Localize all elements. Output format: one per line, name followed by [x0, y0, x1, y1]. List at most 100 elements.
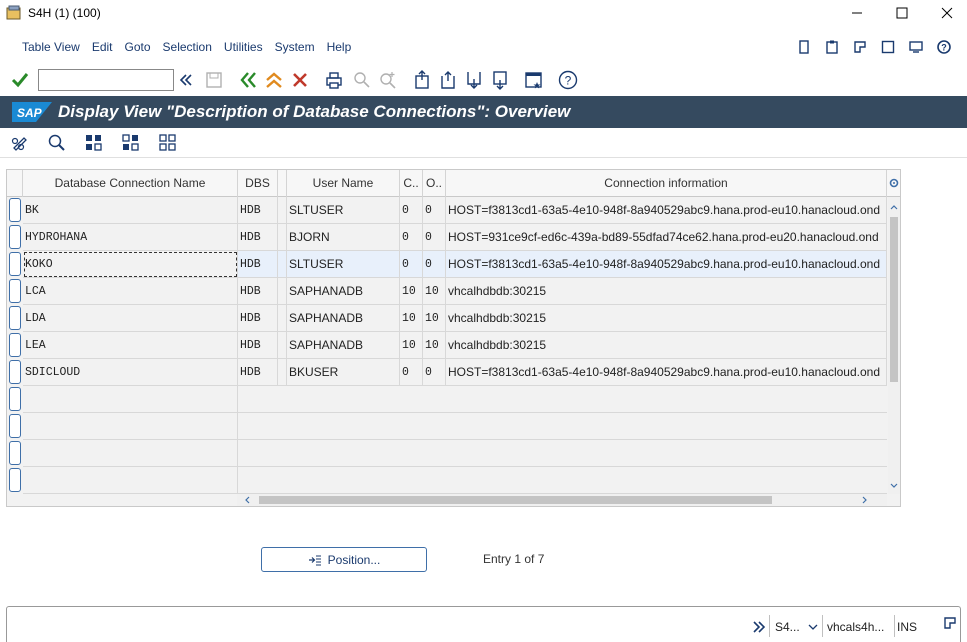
status-expand-icon[interactable]: [752, 620, 766, 634]
cell-connection-info[interactable]: vhcalhdbdb:30215: [446, 278, 887, 305]
column-header-dbs[interactable]: DBS: [238, 170, 278, 197]
enter-button[interactable]: [8, 68, 32, 92]
column-header-connection-info[interactable]: Connection information: [446, 170, 887, 197]
cell-c[interactable]: 0: [400, 224, 423, 251]
cell-connection-name[interactable]: KOKO: [23, 251, 238, 278]
cell-connection-info[interactable]: vhcalhdbdb:30215: [446, 332, 887, 359]
cell-o[interactable]: 10: [423, 305, 446, 332]
cell-dbs[interactable]: HDB: [238, 224, 278, 251]
minimize-button[interactable]: [834, 0, 880, 26]
scroll-right-icon[interactable]: [859, 494, 871, 506]
maximize-button[interactable]: [879, 0, 925, 26]
menu-selection[interactable]: Selection: [157, 40, 218, 54]
select-all-column-header[interactable]: [7, 170, 23, 197]
menu-help[interactable]: Help: [321, 40, 358, 54]
cell-o[interactable]: 0: [423, 224, 446, 251]
cell-connection-info[interactable]: HOST=931ce9cf-ed6c-439a-bd89-55dfad74ce6…: [446, 224, 887, 251]
cell-c[interactable]: 10: [400, 305, 423, 332]
column-header-flag[interactable]: [278, 170, 287, 197]
cell-user-name[interactable]: SAPHANADB: [287, 278, 400, 305]
table-row[interactable]: BK HDB SLTUSER 0 0 HOST=f3813cd1-63a5-4e…: [7, 197, 887, 224]
table-row[interactable]: LDA HDB SAPHANADB 10 10 vhcalhdbdb:30215: [7, 305, 887, 332]
table-row[interactable]: HYDROHANA HDB BJORN 0 0 HOST=931ce9cf-ed…: [7, 224, 887, 251]
cell-c[interactable]: 10: [400, 332, 423, 359]
cell-user-name[interactable]: BKUSER: [287, 359, 400, 386]
row-selector[interactable]: [9, 306, 21, 330]
table-row-focused[interactable]: KOKO HDB SLTUSER 0 0 HOST=f3813cd1-63a5-…: [7, 251, 887, 278]
empty-row[interactable]: [7, 440, 887, 467]
cell-connection-name[interactable]: LDA: [23, 305, 238, 332]
layout-icon[interactable]: [851, 38, 869, 56]
cell-connection-info[interactable]: HOST=f3813cd1-63a5-4e10-948f-8a940529abc…: [446, 359, 887, 386]
cell-flag[interactable]: [278, 251, 287, 278]
cell-connection-info[interactable]: vhcalhdbdb:30215: [446, 305, 887, 332]
table-settings-button[interactable]: [887, 170, 900, 197]
print-button[interactable]: [322, 68, 346, 92]
command-field[interactable]: [38, 69, 174, 91]
cell-dbs[interactable]: HDB: [238, 197, 278, 224]
empty-row[interactable]: [7, 413, 887, 440]
help-circle-icon[interactable]: ?: [935, 38, 953, 56]
command-field-toggle[interactable]: [174, 68, 198, 92]
cell-connection-name[interactable]: HYDROHANA: [23, 224, 238, 251]
column-header-connection-name[interactable]: Database Connection Name: [23, 170, 238, 197]
row-selector[interactable]: [9, 198, 21, 222]
menu-edit[interactable]: Edit: [86, 40, 119, 54]
cell-user-name[interactable]: BJORN: [287, 224, 400, 251]
zoom-detail-button[interactable]: [45, 131, 69, 155]
row-selector[interactable]: [9, 225, 21, 249]
row-selector[interactable]: [9, 279, 21, 303]
cell-o[interactable]: 10: [423, 332, 446, 359]
vertical-scrollbar[interactable]: [888, 197, 900, 494]
horizontal-scroll-thumb[interactable]: [259, 496, 772, 504]
status-layout-icon[interactable]: [943, 616, 957, 630]
cell-c[interactable]: 0: [400, 197, 423, 224]
cell-flag[interactable]: [278, 278, 287, 305]
monitor-icon[interactable]: [907, 38, 925, 56]
row-selector[interactable]: [9, 387, 21, 411]
cell-user-name[interactable]: SAPHANADB: [287, 332, 400, 359]
cell-dbs[interactable]: HDB: [238, 278, 278, 305]
customize-layout-button[interactable]: [522, 68, 546, 92]
cell-connection-name[interactable]: SDICLOUD: [23, 359, 238, 386]
scroll-left-icon[interactable]: [241, 494, 253, 506]
clipboard-icon[interactable]: [823, 38, 841, 56]
fullscreen-icon[interactable]: [879, 38, 897, 56]
select-all-button[interactable]: [82, 131, 106, 155]
cell-flag[interactable]: [278, 197, 287, 224]
cell-connection-info[interactable]: HOST=f3813cd1-63a5-4e10-948f-8a940529abc…: [446, 251, 887, 278]
row-selector[interactable]: [9, 333, 21, 357]
menu-table-view[interactable]: Table View: [16, 40, 86, 54]
save-button[interactable]: [202, 68, 226, 92]
cell-flag[interactable]: [278, 359, 287, 386]
cell-connection-name[interactable]: LEA: [23, 332, 238, 359]
table-row[interactable]: LCA HDB SAPHANADB 10 10 vhcalhdbdb:30215: [7, 278, 887, 305]
deselect-all-button[interactable]: [156, 131, 180, 155]
row-selector[interactable]: [9, 468, 21, 492]
empty-row[interactable]: [7, 467, 887, 494]
row-selector[interactable]: [9, 360, 21, 384]
cell-connection-name[interactable]: LCA: [23, 278, 238, 305]
cell-o[interactable]: 0: [423, 197, 446, 224]
cell-flag[interactable]: [278, 332, 287, 359]
back-button[interactable]: [236, 68, 260, 92]
cell-o[interactable]: 10: [423, 278, 446, 305]
first-page-button[interactable]: [410, 68, 434, 92]
position-button[interactable]: Position...: [261, 547, 427, 572]
select-block-button[interactable]: [119, 131, 143, 155]
cell-connection-name[interactable]: BK: [23, 197, 238, 224]
cell-user-name[interactable]: SAPHANADB: [287, 305, 400, 332]
help-button[interactable]: ?: [556, 68, 580, 92]
cell-o[interactable]: 0: [423, 251, 446, 278]
scroll-up-icon[interactable]: [888, 201, 900, 213]
next-page-button[interactable]: [462, 68, 486, 92]
cell-dbs[interactable]: HDB: [238, 332, 278, 359]
cell-dbs[interactable]: HDB: [238, 251, 278, 278]
cell-dbs[interactable]: HDB: [238, 359, 278, 386]
scroll-down-icon[interactable]: [888, 480, 900, 492]
row-selector[interactable]: [9, 441, 21, 465]
cell-c[interactable]: 0: [400, 251, 423, 278]
menu-system[interactable]: System: [269, 40, 321, 54]
status-system[interactable]: S4...: [775, 620, 800, 634]
cell-flag[interactable]: [278, 224, 287, 251]
